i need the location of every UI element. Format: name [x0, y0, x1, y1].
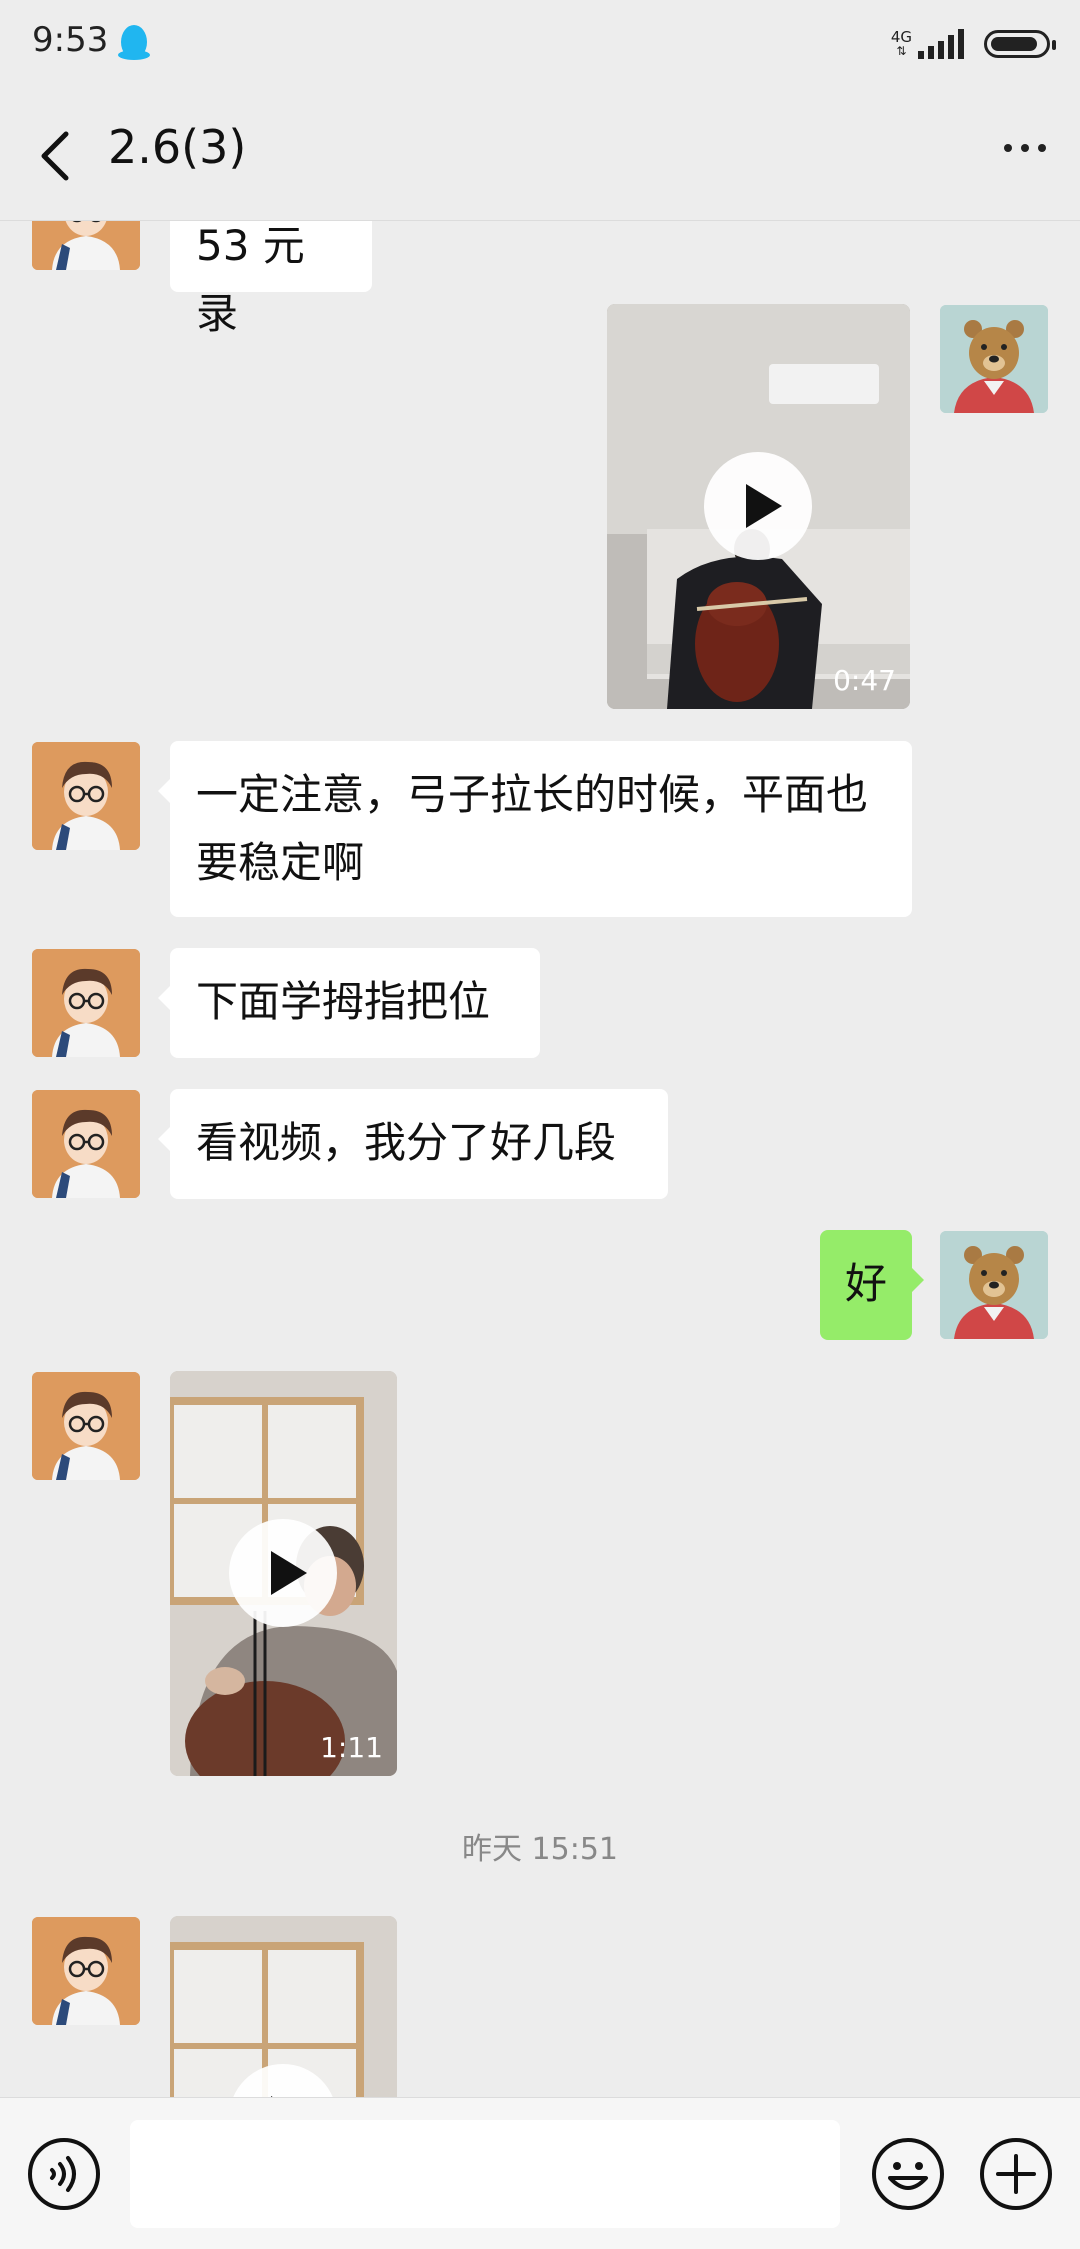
teacher-avatar[interactable] [32, 1372, 140, 1480]
message-bubble[interactable]: 53 元录 [170, 220, 372, 338]
girl-avatar-icon [32, 220, 140, 270]
network-label: 4G [890, 28, 912, 46]
girl-avatar-icon [32, 742, 140, 850]
teacher-avatar[interactable] [32, 742, 140, 850]
teacher-avatar[interactable] [32, 220, 140, 270]
more-options-icon[interactable] [1004, 144, 1046, 152]
back-arrow-icon[interactable] [36, 128, 76, 184]
input-bar [0, 2097, 1080, 2249]
girl-avatar-icon [32, 1090, 140, 1198]
video-duration: 0:47 [833, 664, 896, 697]
message-bubble[interactable]: 下面学拇指把位 [158, 948, 540, 1058]
battery-icon [984, 30, 1056, 58]
play-icon[interactable] [704, 452, 812, 560]
chat-title: 2.6(3) [108, 120, 247, 174]
voice-input-icon[interactable] [28, 2138, 100, 2210]
message-bubble[interactable]: 看视频，我分了好几段 [158, 1089, 668, 1199]
signal-icon [918, 29, 964, 59]
message-input[interactable] [130, 2120, 840, 2228]
video-message[interactable]: 0:47 [607, 304, 910, 709]
qq-penguin-icon [118, 25, 150, 60]
data-arrows-icon: ⇅ [896, 44, 907, 58]
message-bubble[interactable]: 一定注意，弓子拉长的时候，平面也要稳定啊 [158, 741, 912, 917]
teacher-avatar[interactable] [32, 1917, 140, 2025]
status-indicators: 4G ⇅ [890, 22, 1056, 66]
message-list[interactable]: 53 元录 0:47 一定注意，弓子拉长的时候，平面也要稳定啊 下面学拇指把位 … [0, 220, 1080, 2097]
emoji-icon[interactable] [870, 2136, 946, 2212]
message-bubble[interactable]: 好 [820, 1230, 924, 1340]
status-bar: 9:53 4G ⇅ [0, 0, 1080, 92]
play-icon[interactable] [229, 1519, 337, 1627]
my-avatar[interactable] [940, 1231, 1048, 1339]
teacher-avatar[interactable] [32, 1090, 140, 1198]
video-message[interactable]: 1:11 [170, 1371, 397, 1776]
girl-avatar-icon [32, 1917, 140, 2025]
video-duration: 1:11 [320, 1731, 383, 1764]
teacher-avatar[interactable] [32, 949, 140, 1057]
chat-header: 2.6(3) [0, 92, 1080, 221]
bear-avatar-icon [940, 1231, 1048, 1339]
bear-avatar-icon [940, 305, 1048, 413]
time-divider: 昨天 15:51 [462, 1832, 618, 1867]
status-time: 9:53 [32, 20, 109, 60]
girl-avatar-icon [32, 1372, 140, 1480]
girl-avatar-icon [32, 949, 140, 1057]
add-more-icon[interactable] [978, 2136, 1054, 2212]
network-type: 4G ⇅ [890, 28, 912, 59]
my-avatar[interactable] [940, 305, 1048, 413]
video-message[interactable] [170, 1916, 397, 2097]
